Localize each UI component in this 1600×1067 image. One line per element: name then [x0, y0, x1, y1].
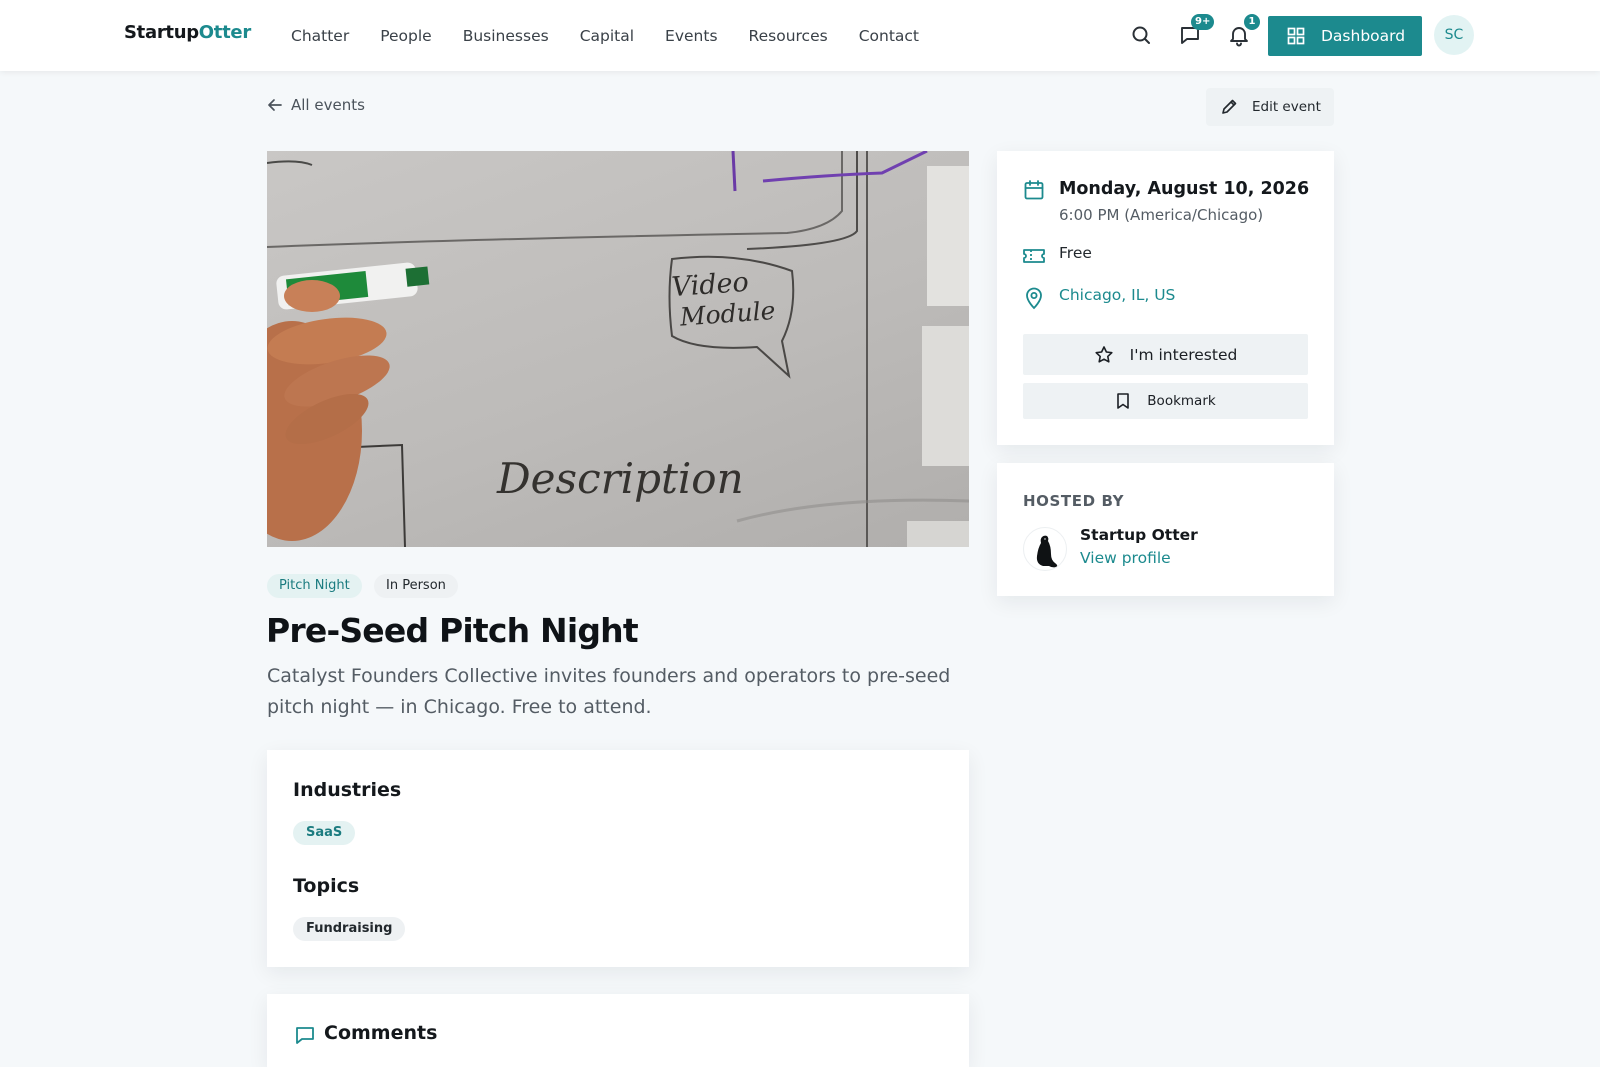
bookmark-button[interactable]: Bookmark — [1023, 383, 1308, 419]
event-time: 6:00 PM (America/Chicago) — [1059, 206, 1264, 224]
host-name: Startup Otter — [1080, 526, 1198, 544]
hosted-by-heading: HOSTED BY — [1023, 492, 1125, 510]
tag-pitch-night[interactable]: Pitch Night — [267, 574, 362, 598]
edit-event-button[interactable]: Edit event — [1206, 88, 1334, 126]
calendar-icon — [1023, 179, 1045, 201]
event-price: Free — [1059, 244, 1092, 262]
whiteboard-text-description: Description — [496, 454, 744, 503]
user-avatar[interactable]: SC — [1434, 15, 1474, 55]
site-logo[interactable]: StartupOtter — [124, 22, 251, 43]
nav-link-people[interactable]: People — [380, 27, 432, 45]
nav-link-resources[interactable]: Resources — [749, 27, 828, 45]
whiteboard-text-module: Module — [678, 296, 776, 332]
dashboard-grid-icon — [1287, 27, 1305, 45]
event-cover-image: Video Module Description — [267, 151, 969, 547]
event-description: Catalyst Founders Collective invites fou… — [267, 665, 951, 718]
nav-link-chatter[interactable]: Chatter — [291, 27, 349, 45]
dashboard-button-label: Dashboard — [1321, 27, 1406, 45]
bookmark-label: Bookmark — [1147, 393, 1216, 409]
nav-link-capital[interactable]: Capital — [580, 27, 634, 45]
host-card: HOSTED BY Startup Otter View profile — [997, 463, 1334, 596]
messages-badge: 9+ — [1191, 14, 1215, 30]
bookmark-icon — [1115, 392, 1131, 410]
logo-text-startup: Startup — [124, 22, 199, 43]
event-location-link[interactable]: Chicago, IL, US — [1059, 286, 1175, 304]
back-to-events-link[interactable]: All events — [267, 96, 365, 114]
logo-text-otter: Otter — [198, 22, 251, 43]
top-navbar: StartupOtter Chatter People Businesses C… — [0, 0, 1600, 71]
tag-in-person[interactable]: In Person — [374, 574, 458, 598]
industry-pill-saas[interactable]: SaaS — [293, 821, 356, 845]
comment-icon — [294, 1024, 316, 1046]
comments-card: Comments — [267, 994, 969, 1067]
topics-heading: Topics — [293, 875, 360, 897]
ticket-icon — [1022, 245, 1046, 267]
comments-heading: Comments — [324, 1022, 438, 1044]
event-info-card: Monday, August 10, 2026 6:00 PM (America… — [997, 151, 1334, 445]
event-title: Pre-Seed Pitch Night — [266, 611, 639, 650]
main-nav: Chatter People Businesses Capital Events… — [291, 0, 919, 71]
topic-pill-fundraising[interactable]: Fundraising — [293, 917, 406, 941]
nav-link-contact[interactable]: Contact — [859, 27, 919, 45]
back-link-label: All events — [291, 96, 365, 114]
industries-heading: Industries — [293, 779, 402, 801]
interested-label: I'm interested — [1129, 345, 1238, 364]
event-date: Monday, August 10, 2026 — [1059, 179, 1310, 199]
edit-event-label: Edit event — [1252, 99, 1321, 115]
map-pin-icon — [1023, 286, 1045, 310]
nav-link-businesses[interactable]: Businesses — [463, 27, 549, 45]
arrow-left-icon — [267, 97, 283, 113]
interested-button[interactable]: I'm interested — [1023, 334, 1308, 375]
industries-topics-card: Industries SaaS Topics Fundraising — [267, 750, 969, 967]
nav-link-events[interactable]: Events — [665, 27, 717, 45]
host-otter-logo[interactable] — [1023, 527, 1067, 571]
pencil-icon — [1220, 98, 1238, 116]
view-profile-link[interactable]: View profile — [1080, 549, 1171, 567]
dashboard-button[interactable]: Dashboard — [1268, 16, 1422, 56]
notifications-badge: 1 — [1244, 14, 1260, 30]
star-icon — [1094, 345, 1114, 365]
search-icon[interactable] — [1129, 23, 1153, 47]
